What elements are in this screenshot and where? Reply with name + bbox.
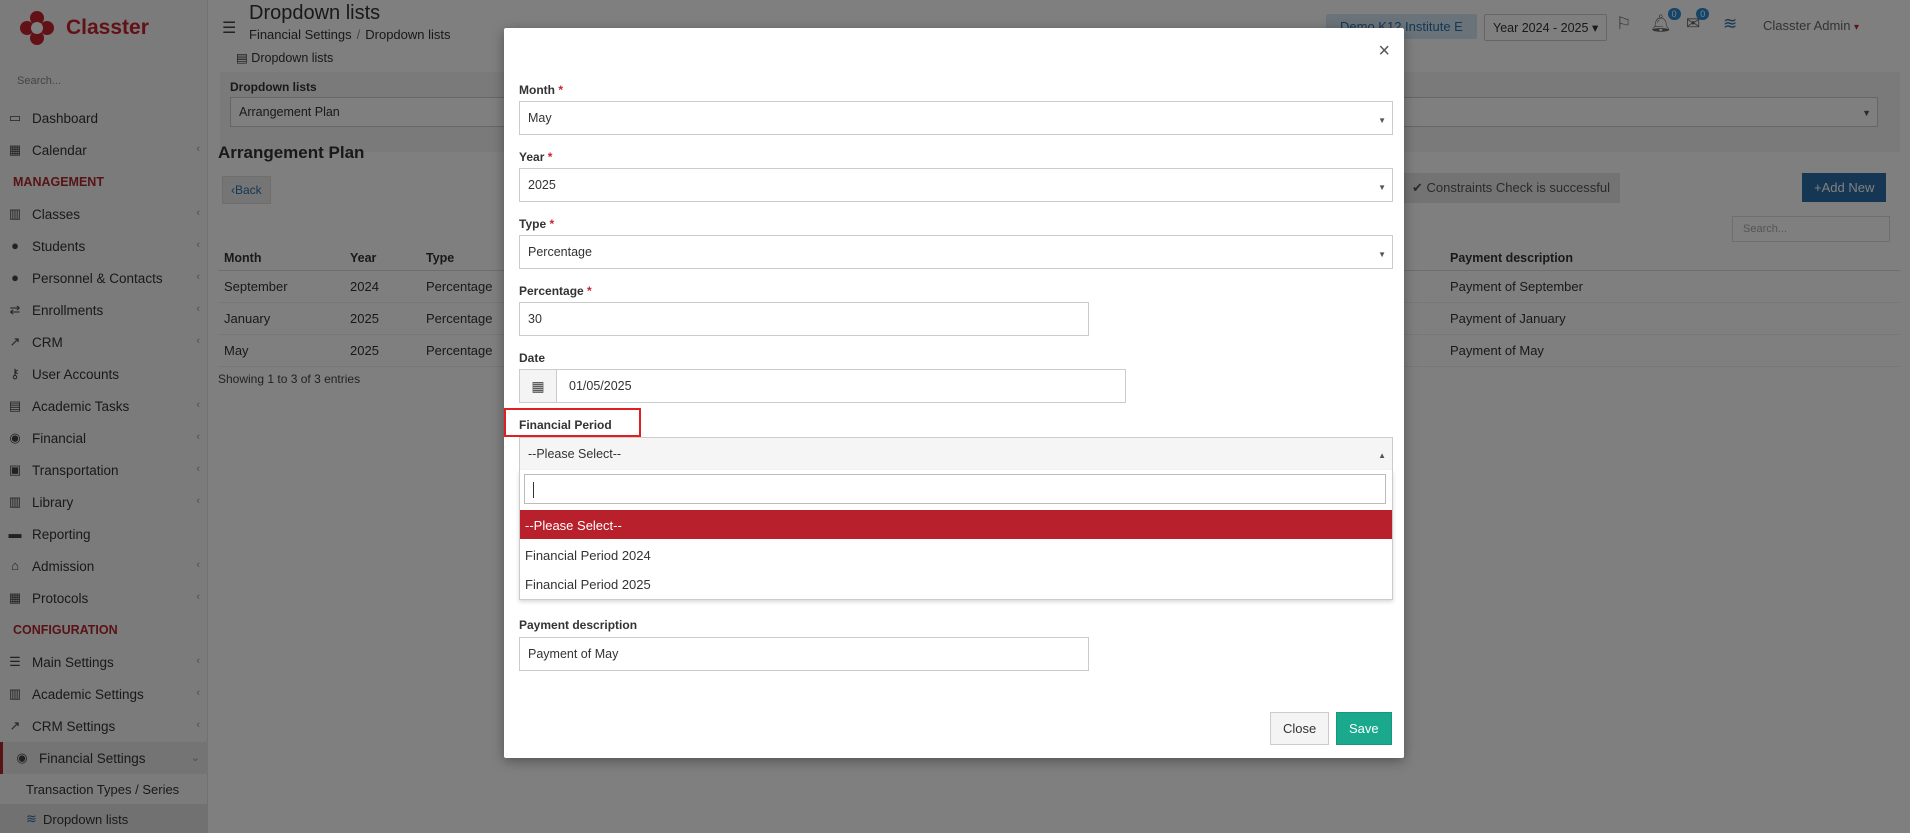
close-button[interactable]: Close [1270,712,1330,745]
required-mark: * [547,150,553,164]
required-mark: * [587,284,592,298]
dropdown-search-input[interactable] [524,474,1386,504]
caret-up-icon: ▲ [1378,451,1386,460]
payment-description-label: Payment description [519,618,638,632]
year-label: Year * [519,150,553,164]
date-input[interactable]: 01/05/2025 [556,369,1126,403]
financial-period-dropdown: --Please Select-- Financial Period 2024 … [519,470,1393,600]
caret-down-icon: ▼ [1378,250,1386,259]
financial-period-label: Financial Period [519,418,612,432]
edit-modal: × Month * May ▼ Year * 2025 ▼ Type * Perce… [504,28,1404,758]
option-please-select[interactable]: --Please Select-- [520,510,1392,539]
percentage-label: Percentage * [519,284,592,298]
month-label: Month * [519,83,563,97]
text-cursor [533,482,534,498]
type-label: Type * [519,217,555,231]
calendar-icon[interactable]: ▦ [519,369,557,403]
date-label: Date [519,351,546,365]
year-select[interactable]: 2025 ▼ [519,168,1393,202]
financial-period-select[interactable]: --Please Select-- ▲ [519,437,1393,471]
payment-description-input[interactable]: Payment of May [519,637,1089,671]
save-button[interactable]: Save [1336,712,1392,745]
month-select[interactable]: May ▼ [519,101,1393,135]
required-mark: * [558,83,563,97]
caret-down-icon: ▼ [1378,183,1386,192]
type-select[interactable]: Percentage ▼ [519,235,1393,269]
option-financial-period-2025[interactable]: Financial Period 2025 [520,569,1392,598]
close-icon[interactable]: × [1378,40,1390,63]
percentage-input[interactable]: 30 [519,302,1089,336]
required-mark: * [549,217,555,231]
option-financial-period-2024[interactable]: Financial Period 2024 [520,540,1392,569]
caret-down-icon: ▼ [1378,116,1386,125]
